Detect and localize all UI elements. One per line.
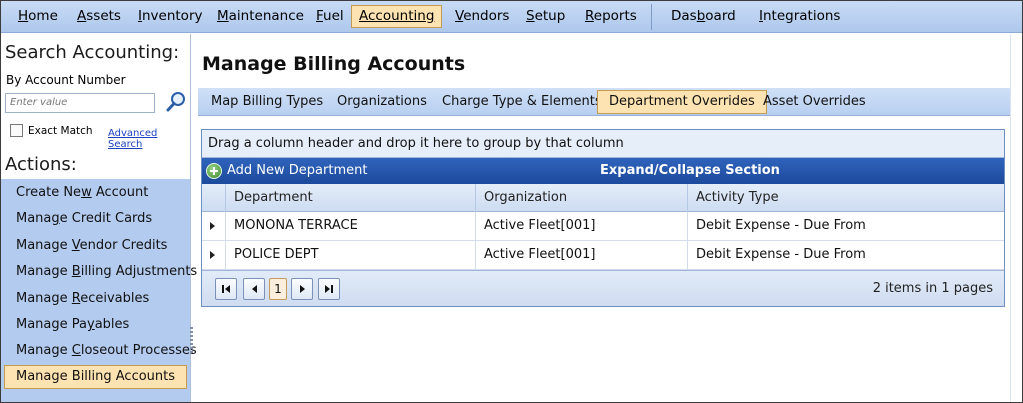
app-window: Home Assets Inventory Maintenance Fuel A… bbox=[0, 0, 1023, 403]
menu-integrations[interactable]: Integrations bbox=[751, 5, 848, 28]
menu-dashboard[interactable]: Dasboard bbox=[663, 5, 744, 28]
action-create-new-account[interactable]: Create New Account bbox=[4, 181, 187, 205]
tab-bar: Map Billing Types Organizations Charge T… bbox=[198, 88, 1010, 116]
last-arrow-icon bbox=[325, 285, 330, 293]
add-new-department-button[interactable]: Add New Department bbox=[227, 158, 367, 184]
table-row[interactable]: POLICE DEPT Active Fleet[001] Debit Expe… bbox=[202, 241, 1004, 270]
first-arrow-icon bbox=[225, 285, 230, 293]
prev-page-button[interactable] bbox=[243, 278, 265, 300]
advanced-search-link[interactable]: Advanced Search bbox=[108, 128, 190, 150]
search-title: Search Accounting: bbox=[5, 42, 180, 63]
chevron-right-icon bbox=[300, 285, 305, 293]
action-manage-credit-cards[interactable]: Manage Credit Cards bbox=[4, 207, 187, 231]
last-page-button[interactable] bbox=[318, 278, 340, 300]
add-icon[interactable] bbox=[206, 163, 222, 179]
tab-department-overrides[interactable]: Department Overrides bbox=[597, 90, 767, 114]
row-expand-icon[interactable] bbox=[210, 222, 215, 230]
exact-match-checkbox[interactable] bbox=[10, 124, 23, 137]
menu-fuel[interactable]: Fuel bbox=[308, 5, 352, 28]
cell-activity-type: Debit Expense - Due From bbox=[687, 241, 1004, 269]
pager-info: 2 items in 1 pages bbox=[872, 281, 993, 296]
action-manage-billing-adjustments[interactable]: Manage Billing Adjustments bbox=[4, 260, 197, 284]
tab-charge-type-elements[interactable]: Charge Type & Elements bbox=[430, 90, 614, 114]
page-number-button[interactable]: 1 bbox=[269, 278, 287, 300]
menu-setup[interactable]: Setup bbox=[518, 5, 573, 28]
cell-organization: Active Fleet[001] bbox=[475, 241, 688, 269]
action-manage-receivables[interactable]: Manage Receivables bbox=[4, 287, 187, 311]
next-page-button[interactable] bbox=[291, 278, 313, 300]
action-manage-closeout-processes[interactable]: Manage Closeout Processes bbox=[4, 339, 197, 363]
action-manage-payables[interactable]: Manage Payables bbox=[4, 313, 187, 337]
tab-organizations[interactable]: Organizations bbox=[325, 90, 439, 114]
grid-command-bar: Add New Department Expand/Collapse Secti… bbox=[202, 158, 1004, 184]
cell-organization: Active Fleet[001] bbox=[475, 212, 688, 240]
cell-department: MONONA TERRACE bbox=[225, 212, 476, 240]
cell-activity-type: Debit Expense - Due From bbox=[687, 212, 1004, 240]
actions-title: Actions: bbox=[5, 154, 77, 175]
actions-list: Create New Account Manage Credit Cards M… bbox=[1, 179, 197, 402]
sidebar-resize-handle[interactable] bbox=[190, 327, 193, 353]
menu-home[interactable]: Home bbox=[10, 5, 66, 28]
menu-maintenance[interactable]: Maintenance bbox=[209, 5, 312, 28]
tab-asset-overrides[interactable]: Asset Overrides bbox=[751, 90, 878, 114]
menu-inventory[interactable]: Inventory bbox=[130, 5, 210, 28]
row-expand-icon[interactable] bbox=[210, 251, 215, 259]
column-header-department[interactable]: Department bbox=[225, 184, 476, 212]
search-input[interactable]: Enter value bbox=[5, 93, 155, 113]
department-overrides-grid: Drag a column header and drop it here to… bbox=[201, 129, 1005, 307]
group-by-panel[interactable]: Drag a column header and drop it here to… bbox=[202, 130, 1004, 158]
search-icon[interactable] bbox=[165, 91, 187, 113]
menu-accounting[interactable]: Accounting bbox=[351, 5, 443, 28]
cell-department: POLICE DEPT bbox=[225, 241, 476, 269]
first-page-button[interactable] bbox=[215, 278, 237, 300]
expand-collapse-section[interactable]: Expand/Collapse Section bbox=[600, 158, 780, 184]
first-page-icon bbox=[222, 285, 224, 293]
page-title: Manage Billing Accounts bbox=[202, 53, 466, 75]
tab-map-billing-types[interactable]: Map Billing Types bbox=[199, 90, 335, 114]
column-header-organization[interactable]: Organization bbox=[475, 184, 688, 212]
grid-pager: 1 2 items in 1 pages bbox=[202, 270, 1004, 306]
column-header-activity-type[interactable]: Activity Type bbox=[687, 184, 1004, 212]
last-page-icon bbox=[331, 285, 333, 293]
chevron-left-icon bbox=[252, 285, 257, 293]
menu-vendors[interactable]: Vendors bbox=[447, 5, 517, 28]
right-scroll-edge bbox=[1010, 34, 1022, 402]
top-menu: Home Assets Inventory Maintenance Fuel A… bbox=[1, 1, 1022, 33]
table-row[interactable]: MONONA TERRACE Active Fleet[001] Debit E… bbox=[202, 212, 1004, 241]
grid-header: Department Organization Activity Type bbox=[202, 184, 1004, 212]
action-manage-billing-accounts[interactable]: Manage Billing Accounts bbox=[4, 365, 187, 389]
menu-reports[interactable]: Reports bbox=[577, 5, 645, 28]
sidebar: Search Accounting: By Account Number Ent… bbox=[1, 34, 197, 402]
search-by-label: By Account Number bbox=[6, 73, 126, 87]
action-manage-vendor-credits[interactable]: Manage Vendor Credits bbox=[4, 234, 187, 258]
menu-separator bbox=[651, 4, 652, 30]
exact-match-label: Exact Match bbox=[28, 125, 93, 137]
menu-assets[interactable]: Assets bbox=[69, 5, 129, 28]
